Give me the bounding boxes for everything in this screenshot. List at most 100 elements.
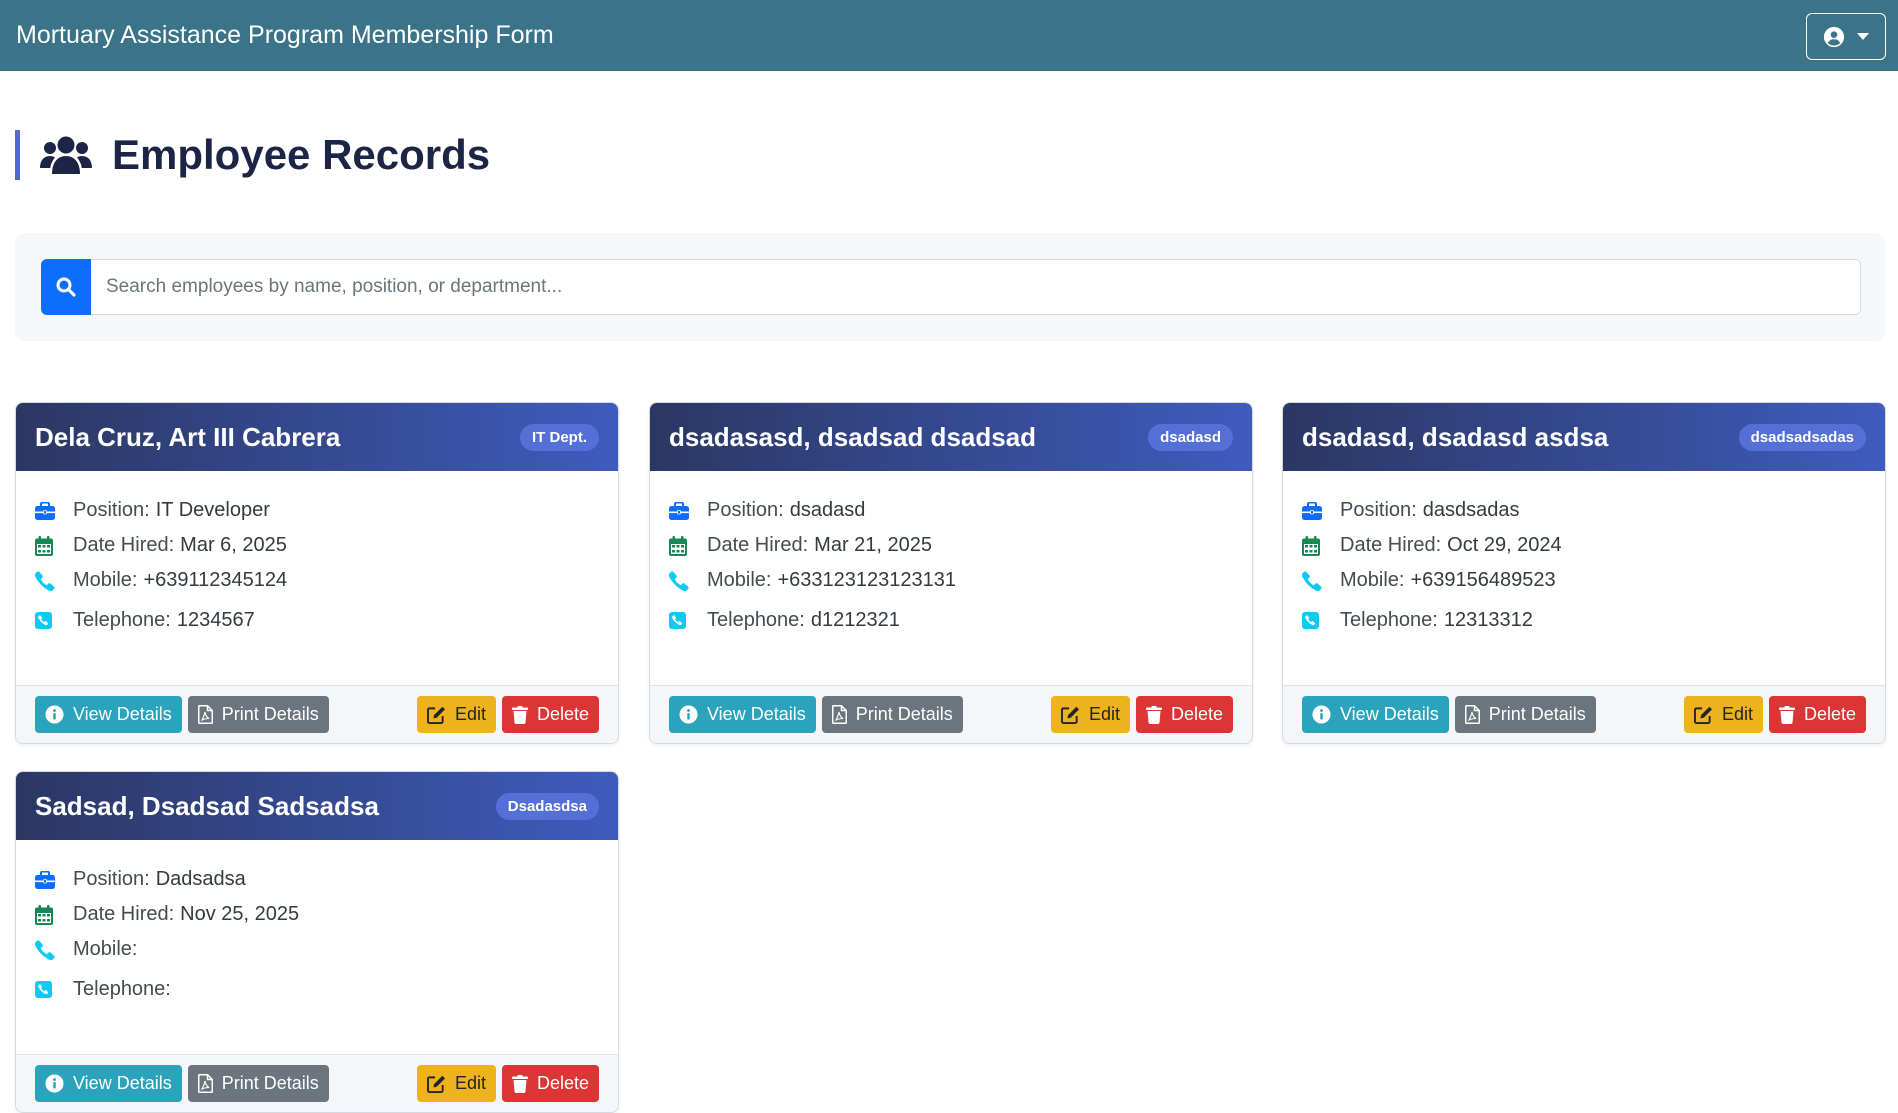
phone-square-icon	[35, 981, 73, 998]
mobile-value: +633123123123131	[777, 569, 957, 591]
search-button[interactable]	[41, 259, 91, 315]
employee-card: Sadsad, Dsadsad Sadsadsa Dsadasdsa Posit…	[15, 771, 619, 1113]
date-hired-label: Date Hired:	[73, 903, 175, 925]
edit-label: Edit	[1721, 704, 1753, 724]
date-hired-row: Date Hired: Mar 6, 2025	[35, 528, 599, 563]
date-hired-label: Date Hired:	[1340, 534, 1442, 556]
delete-label: Delete	[536, 704, 589, 724]
date-hired-label: Date Hired:	[707, 534, 809, 556]
print-details-label: Print Details	[221, 704, 319, 724]
card-body: Position: Dadsadsa Date Hired: Nov 25, 2…	[16, 840, 618, 1054]
date-hired-row: Date Hired: Nov 25, 2025	[35, 897, 599, 932]
view-details-label: View Details	[73, 704, 172, 724]
delete-button[interactable]: Delete	[501, 696, 599, 733]
edit-icon	[1693, 706, 1712, 724]
edit-label: Edit	[454, 1073, 486, 1093]
calendar-icon	[1302, 535, 1340, 556]
view-details-label: View Details	[1340, 704, 1439, 724]
employee-name: Dela Cruz, Art III Cabrera	[35, 421, 341, 452]
position-value: IT Developer	[155, 499, 270, 521]
left-actions: View Details Print Details	[1302, 696, 1596, 733]
telephone-value: 1234567	[176, 609, 255, 631]
delete-button[interactable]: Delete	[501, 1065, 599, 1102]
search-panel	[15, 233, 1885, 341]
app-title[interactable]: Mortuary Assistance Program Membership F…	[16, 21, 554, 50]
print-details-button[interactable]: Print Details	[187, 1065, 329, 1102]
card-footer: View Details Print Details Edit Delete	[16, 685, 618, 743]
search-input[interactable]	[91, 259, 1861, 315]
file-pdf-icon	[1464, 705, 1480, 724]
card-body: Position: dasdsadas Date Hired: Oct 29, …	[1283, 471, 1885, 685]
delete-button[interactable]: Delete	[1135, 696, 1233, 733]
edit-button[interactable]: Edit	[1683, 696, 1763, 733]
telephone-row: Telephone:	[35, 972, 599, 1007]
mobile-label: Mobile:	[707, 569, 772, 591]
info-circle-icon	[679, 705, 698, 724]
page-title: Employee Records	[112, 131, 491, 178]
print-details-label: Print Details	[1488, 704, 1586, 724]
mobile-value: +639156489523	[1410, 569, 1556, 591]
date-hired-value: Mar 21, 2025	[814, 534, 933, 556]
view-details-label: View Details	[73, 1073, 172, 1093]
chevron-down-icon	[1857, 33, 1869, 40]
print-details-button[interactable]: Print Details	[821, 696, 963, 733]
telephone-value: 12313312	[1443, 609, 1533, 631]
right-actions: Edit Delete	[1683, 696, 1866, 733]
position-label: Position:	[73, 868, 150, 890]
delete-label: Delete	[1170, 704, 1223, 724]
card-header: Dela Cruz, Art III Cabrera IT Dept.	[16, 403, 618, 471]
view-details-button[interactable]: View Details	[669, 696, 816, 733]
print-details-button[interactable]: Print Details	[187, 696, 329, 733]
print-details-label: Print Details	[855, 704, 953, 724]
employee-name: Sadsad, Dsadsad Sadsadsa	[35, 790, 379, 821]
edit-button[interactable]: Edit	[416, 1065, 496, 1102]
edit-icon	[426, 1075, 445, 1093]
department-badge: dsadsadsadas	[1738, 423, 1866, 451]
card-header: dsadasd, dsadasd asdsa dsadsadsadas	[1283, 403, 1885, 471]
telephone-label: Telephone:	[707, 609, 805, 631]
print-details-button[interactable]: Print Details	[1454, 696, 1596, 733]
position-value: dsadasd	[789, 499, 866, 521]
users-icon	[40, 136, 92, 174]
delete-button[interactable]: Delete	[1768, 696, 1866, 733]
view-details-button[interactable]: View Details	[1302, 696, 1449, 733]
date-hired-value: Oct 29, 2024	[1447, 534, 1562, 556]
briefcase-icon	[669, 501, 707, 520]
edit-button[interactable]: Edit	[1050, 696, 1130, 733]
delete-label: Delete	[1803, 704, 1856, 724]
mobile-label: Mobile:	[73, 569, 138, 591]
view-details-label: View Details	[707, 704, 806, 724]
employee-name: dsadasd, dsadasd asdsa	[1302, 421, 1609, 452]
date-hired-row: Date Hired: Mar 21, 2025	[669, 528, 1233, 563]
mobile-row: Mobile: +639112345124	[35, 563, 599, 598]
card-header: Sadsad, Dsadsad Sadsadsa Dsadasdsa	[16, 772, 618, 840]
briefcase-icon	[35, 501, 73, 520]
delete-label: Delete	[536, 1073, 589, 1093]
view-details-button[interactable]: View Details	[35, 696, 182, 733]
user-circle-icon	[1823, 26, 1845, 47]
position-value: Dadsadsa	[155, 868, 246, 890]
card-header: dsadasasd, dsadsad dsadsad dsadasd	[650, 403, 1252, 471]
card-body: Position: IT Developer Date Hired: Mar 6…	[16, 471, 618, 685]
department-badge: dsadasd	[1148, 423, 1233, 451]
position-row: Position: IT Developer	[35, 493, 599, 528]
edit-label: Edit	[454, 704, 486, 724]
department-badge: Dsadasdsa	[495, 792, 599, 820]
position-row: Position: Dadsadsa	[35, 862, 599, 897]
view-details-button[interactable]: View Details	[35, 1065, 182, 1102]
file-pdf-icon	[831, 705, 847, 724]
edit-button[interactable]: Edit	[416, 696, 496, 733]
mobile-row: Mobile:	[35, 932, 599, 967]
left-actions: View Details Print Details	[35, 1065, 329, 1102]
info-circle-icon	[1312, 705, 1331, 724]
card-body: Position: dsadasd Date Hired: Mar 21, 20…	[650, 471, 1252, 685]
user-menu-button[interactable]	[1806, 13, 1886, 60]
date-hired-value: Mar 6, 2025	[180, 534, 287, 556]
mobile-row: Mobile: +639156489523	[1302, 563, 1866, 598]
calendar-icon	[669, 535, 707, 556]
page-heading: Employee Records	[15, 130, 490, 180]
right-actions: Edit Delete	[416, 1065, 599, 1102]
right-actions: Edit Delete	[416, 696, 599, 733]
date-hired-value: Nov 25, 2025	[180, 903, 300, 925]
position-label: Position:	[73, 499, 150, 521]
